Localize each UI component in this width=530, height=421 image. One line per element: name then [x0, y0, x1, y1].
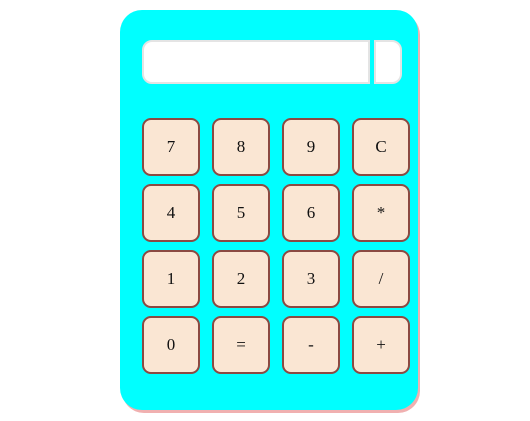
key-8[interactable]: 8 [212, 118, 270, 176]
key-9[interactable]: 9 [282, 118, 340, 176]
key-7[interactable]: 7 [142, 118, 200, 176]
display-area [142, 40, 402, 86]
key-4[interactable]: 4 [142, 184, 200, 242]
key-add[interactable]: + [352, 316, 410, 374]
calculator-body: 7 8 9 C 4 5 6 * 1 2 3 / 0 = - + [120, 10, 418, 410]
display-field[interactable] [142, 40, 370, 84]
key-6[interactable]: 6 [282, 184, 340, 242]
key-subtract[interactable]: - [282, 316, 340, 374]
display-end-cap [374, 40, 402, 84]
key-divide[interactable]: / [352, 250, 410, 308]
key-3[interactable]: 3 [282, 250, 340, 308]
key-1[interactable]: 1 [142, 250, 200, 308]
key-equals[interactable]: = [212, 316, 270, 374]
key-clear[interactable]: C [352, 118, 410, 176]
keypad: 7 8 9 C 4 5 6 * 1 2 3 / 0 = - + [142, 118, 412, 374]
key-0[interactable]: 0 [142, 316, 200, 374]
key-5[interactable]: 5 [212, 184, 270, 242]
key-multiply[interactable]: * [352, 184, 410, 242]
key-2[interactable]: 2 [212, 250, 270, 308]
